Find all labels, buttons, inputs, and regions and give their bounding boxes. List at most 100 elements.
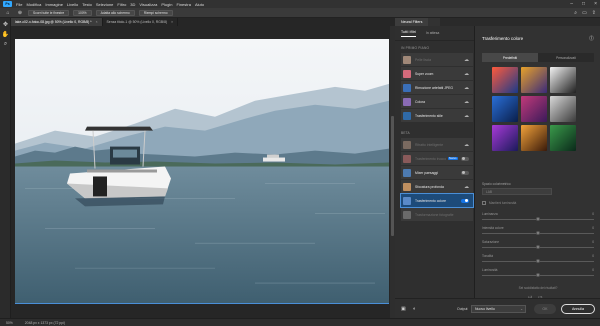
document-tab[interactable]: Senza titolo-1 @ 50% (Livello 0, RGB/8) …: [103, 18, 179, 26]
preset-swatch[interactable]: [492, 125, 518, 151]
hand-tool-icon[interactable]: ✋: [2, 31, 9, 38]
cloud-download-icon[interactable]: ☁: [464, 184, 469, 190]
menu-item[interactable]: Selezione: [96, 2, 114, 7]
filter-item[interactable]: Rimozione artefatti JPEG ☁: [401, 81, 473, 94]
document-tab-label: lake-c02-x-fotoc-08.jpg @ 50% (Livello 0…: [15, 20, 92, 24]
filter-item[interactable]: Trasferimento colore: [400, 193, 474, 208]
move-tool-icon[interactable]: ✥: [2, 21, 9, 28]
tab-presets[interactable]: Predefiniti: [482, 53, 538, 62]
filter-toggle[interactable]: [461, 156, 469, 161]
checkbox-box[interactable]: [482, 201, 486, 205]
cancel-button[interactable]: Annulla: [561, 304, 595, 314]
lake-photo: [15, 39, 389, 303]
menu-item[interactable]: Filtro: [117, 2, 126, 7]
close-icon[interactable]: ×: [96, 20, 98, 24]
tab-all-filters[interactable]: Tutti i filtri: [401, 30, 416, 37]
filter-toggle[interactable]: [461, 198, 469, 203]
output-select[interactable]: Nuovo livello ⌄: [471, 305, 526, 313]
preset-swatch[interactable]: [492, 96, 518, 122]
preset-swatch[interactable]: [521, 125, 547, 151]
filter-item[interactable]: Pelle liscia ☁: [401, 53, 473, 66]
preset-swatch[interactable]: [550, 125, 576, 151]
share-icon[interactable]: ⇪: [592, 10, 596, 16]
neural-filters-tab[interactable]: Neural Filters: [395, 18, 429, 26]
slider-handle[interactable]: [536, 259, 540, 263]
document-tab[interactable]: lake-c02-x-fotoc-08.jpg @ 50% (Livello 0…: [11, 18, 103, 26]
filter-item[interactable]: Super zoom ☁: [401, 67, 473, 80]
preset-swatch[interactable]: [492, 67, 518, 93]
menu-item[interactable]: Modifica: [26, 2, 41, 7]
show-original-icon[interactable]: ◐: [413, 306, 416, 312]
filter-item[interactable]: Mixer paesaggi: [401, 166, 473, 179]
slider-handle[interactable]: [536, 231, 540, 235]
filter-thumbnail-icon: [403, 168, 411, 177]
zoom-tool-icon[interactable]: ⊕: [16, 10, 24, 16]
fit-screen-button[interactable]: Adatta allo schermo: [95, 9, 135, 16]
minimize-icon[interactable]: –: [570, 1, 573, 7]
fill-screen-button[interactable]: Riempi schermo: [138, 9, 173, 16]
status-bar: 50% 2048 px x 1373 px (72 ppi): [0, 318, 600, 326]
preserve-luminosity-checkbox[interactable]: Mantieni luminosità: [482, 201, 516, 205]
filter-label: Pelle liscia: [415, 57, 432, 62]
preset-swatch[interactable]: [550, 67, 576, 93]
slider-row: Intensità colore 0: [482, 226, 594, 238]
canvas-area[interactable]: [11, 26, 395, 318]
filter-title: Trasferimento colore: [482, 36, 524, 41]
color-space-select[interactable]: LAB: [482, 188, 552, 195]
menu-item[interactable]: Livello: [67, 2, 78, 7]
slider-handle[interactable]: [536, 217, 540, 221]
slider-label: Luminosità: [482, 268, 498, 272]
cloud-download-icon[interactable]: ☁: [464, 85, 469, 91]
menu-item[interactable]: Plugin: [161, 2, 172, 7]
zoom-tool-icon[interactable]: ⌕: [2, 41, 9, 48]
tab-custom[interactable]: Personalizzati: [538, 53, 594, 62]
scroll-all-windows-button[interactable]: Scorri tutte le finestre: [28, 9, 70, 16]
menu-item[interactable]: Aiuto: [195, 2, 204, 7]
menu-item[interactable]: Testo: [82, 2, 92, 7]
zoom-100-button[interactable]: 100%: [73, 9, 92, 16]
search-icon[interactable]: ⌕: [574, 10, 577, 16]
cloud-download-icon[interactable]: ☁: [464, 57, 469, 63]
maximize-icon[interactable]: □: [582, 1, 585, 7]
filter-item[interactable]: Trasferimento trucco Nuovo: [401, 152, 473, 165]
slider-value: 0: [592, 240, 594, 244]
info-icon[interactable]: ⓵: [589, 35, 594, 42]
close-icon[interactable]: ×: [171, 20, 173, 24]
menu-bar: Ps File Modifica Immagine Livello Testo Selez…: [0, 0, 600, 8]
close-icon[interactable]: ×: [594, 1, 597, 7]
cloud-download-icon[interactable]: ☁: [464, 99, 469, 105]
menu-item[interactable]: Visualizza: [139, 2, 157, 7]
preset-swatch[interactable]: [521, 67, 547, 93]
cloud-download-icon[interactable]: ☁: [464, 71, 469, 77]
preset-swatch[interactable]: [521, 96, 547, 122]
cloud-download-icon[interactable]: ☁: [464, 113, 469, 119]
layer-preview-icon[interactable]: ▣: [401, 306, 406, 312]
filter-item[interactable]: Colora ☁: [401, 95, 473, 108]
menu-item[interactable]: Finestra: [176, 2, 190, 7]
filter-item[interactable]: Trasformazione fotografie: [401, 208, 473, 221]
preset-swatch[interactable]: [550, 96, 576, 122]
slider-value: 0: [592, 212, 594, 216]
checkbox-label: Mantieni luminosità: [489, 201, 517, 205]
tab-waitlist[interactable]: In attesa: [426, 31, 439, 35]
document-image[interactable]: [15, 39, 389, 304]
slider-handle[interactable]: [536, 245, 540, 249]
filter-item[interactable]: Ritratto intelligente ☁: [401, 138, 473, 151]
slider-handle[interactable]: [536, 273, 540, 277]
home-icon[interactable]: ⌂: [4, 10, 12, 16]
zoom-level[interactable]: 50%: [6, 321, 13, 325]
filter-toggle[interactable]: [461, 170, 469, 175]
ok-button[interactable]: OK: [534, 304, 556, 314]
filter-label: Super zoom: [415, 71, 434, 76]
workspace-icon[interactable]: ▭: [582, 10, 587, 16]
filter-item[interactable]: Sfocatura profonda ☁: [401, 180, 473, 193]
preset-mode-toggle: Predefiniti Personalizzati: [482, 53, 594, 62]
slider-label: Intensità colore: [482, 226, 504, 230]
menu-item[interactable]: 3D: [130, 2, 135, 7]
color-space-label: Spazio colorimetrico: [482, 182, 511, 186]
filter-item[interactable]: Trasferimento stile ☁: [401, 109, 473, 122]
menu-item[interactable]: File: [16, 2, 22, 7]
slider-row: Saturazione 0: [482, 240, 594, 252]
menu-item[interactable]: Immagine: [45, 2, 63, 7]
cloud-download-icon[interactable]: ☁: [464, 142, 469, 148]
